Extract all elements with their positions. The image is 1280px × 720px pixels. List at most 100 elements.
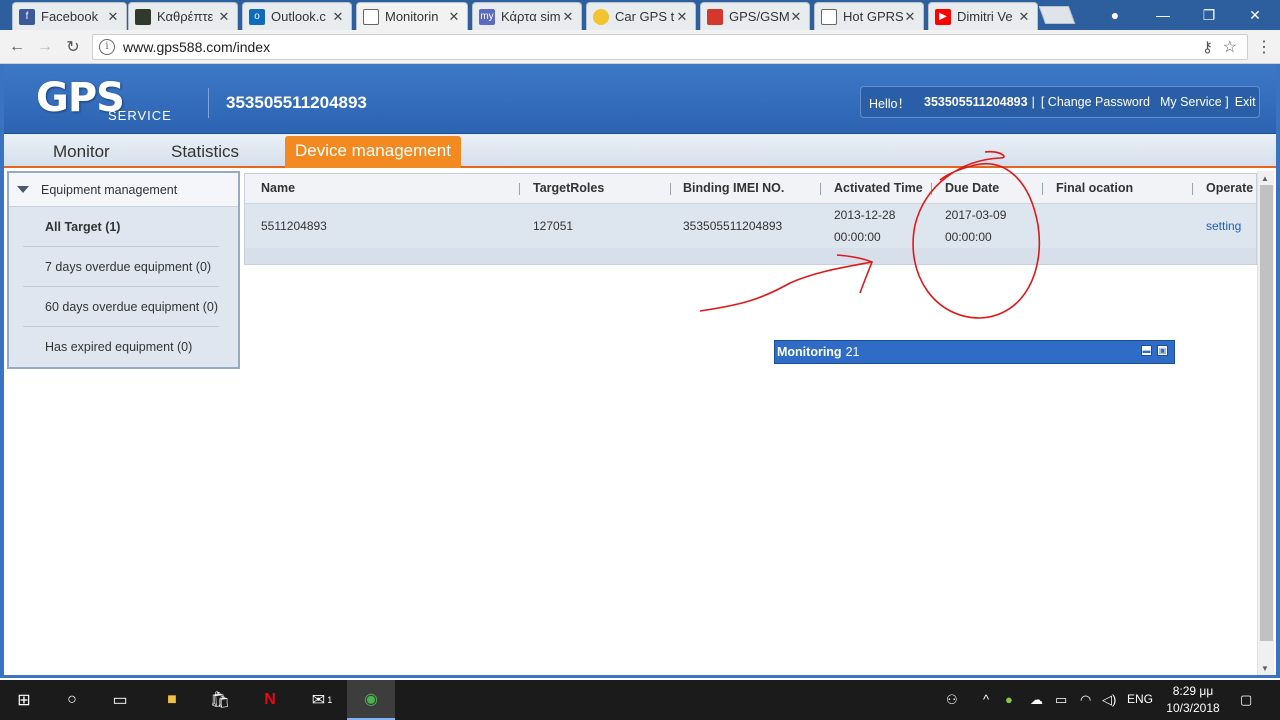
security-icon[interactable]: ●: [1005, 692, 1013, 707]
sidebar-item-all-target[interactable]: All Target (1): [23, 207, 219, 247]
column-header[interactable]: Activated Time: [834, 181, 926, 195]
column-header[interactable]: Binding IMEI NO.: [683, 181, 784, 195]
monitoring-popup[interactable]: Monitoring 21 ▬ ▣: [774, 340, 1175, 364]
sidebar-header[interactable]: Equipment management: [9, 173, 238, 207]
scroll-up-icon[interactable]: ▲: [1261, 174, 1269, 183]
browser-tab[interactable]: o Outlook.c ✕: [242, 2, 352, 30]
tray-expand-icon[interactable]: ^: [983, 692, 989, 707]
close-icon[interactable]: ✕: [1017, 9, 1031, 25]
logo-divider: [208, 88, 209, 118]
star-icon[interactable]: ☆: [1223, 37, 1237, 57]
people-icon[interactable]: ⚇: [946, 692, 958, 708]
chrome-icon[interactable]: ◉: [347, 680, 395, 720]
minimize-icon[interactable]: —: [1140, 0, 1186, 30]
browser-tab[interactable]: Car GPS t ✕: [586, 2, 696, 30]
browser-tab-active[interactable]: Monitorin ✕: [356, 2, 468, 30]
hello-text: Hello！: [869, 96, 910, 111]
close-icon[interactable]: ✕: [331, 9, 345, 25]
battery-icon[interactable]: ▭: [1055, 692, 1067, 708]
page-icon: [363, 8, 379, 25]
main-menu: Monitor Statistics Device management: [0, 134, 1280, 168]
menu-dots-icon[interactable]: ⋮: [1253, 36, 1275, 58]
column-header[interactable]: TargetRoles: [533, 181, 604, 195]
change-password-link[interactable]: [ Change Password: [1041, 95, 1150, 109]
forward-icon[interactable]: →: [34, 36, 56, 58]
my-service-link[interactable]: My Service ]: [1160, 95, 1229, 109]
my-icon: my: [479, 8, 495, 25]
windows-start-icon[interactable]: ⊞: [0, 680, 48, 720]
scroll-down-icon[interactable]: ▼: [1261, 664, 1269, 673]
youtube-icon: ▶: [935, 8, 951, 25]
menu-device-management[interactable]: Device management: [285, 136, 461, 168]
setting-link[interactable]: setting: [1206, 219, 1241, 233]
column-divider: [1042, 183, 1043, 195]
url-input[interactable]: i www.gps588.com/index ⚷ ☆: [92, 34, 1248, 60]
sidebar-item-60-days-overdue[interactable]: 60 days overdue equipment (0): [23, 287, 219, 327]
notification-icon[interactable]: ▢: [1240, 692, 1252, 708]
browser-tab[interactable]: ▶ Dimitri Ve ✕: [928, 2, 1038, 30]
netflix-icon[interactable]: N: [246, 680, 294, 720]
search-icon[interactable]: ○: [48, 680, 96, 720]
task-view-icon[interactable]: ▭: [96, 680, 144, 720]
store-icon[interactable]: 🛍: [196, 680, 244, 720]
close-icon[interactable]: ✕: [106, 9, 120, 25]
close-icon[interactable]: ✕: [561, 9, 575, 25]
close-icon[interactable]: ✕: [675, 9, 689, 25]
tab-label: Facebook: [41, 9, 99, 24]
new-tab-button[interactable]: [1038, 6, 1076, 24]
browser-tab[interactable]: Καθρέπτε ✕: [128, 2, 238, 30]
clock-time: 8:29 μμ: [1172, 684, 1214, 698]
cell-due-time: 00:00:00: [945, 230, 992, 244]
monitoring-count: 21: [845, 345, 860, 359]
mail-icon[interactable]: ✉ 1: [298, 680, 346, 720]
reload-icon[interactable]: ↻: [62, 36, 84, 58]
tab-label: Hot GPRS: [843, 9, 903, 24]
exit-link[interactable]: Exit: [1235, 95, 1256, 109]
minimize-icon[interactable]: ▬: [1141, 345, 1152, 356]
clock-date: 10/3/2018: [1166, 701, 1220, 715]
file-explorer-icon[interactable]: ■: [148, 680, 196, 720]
close-icon[interactable]: ✕: [903, 9, 917, 25]
language-indicator[interactable]: ENG: [1127, 692, 1153, 706]
clock[interactable]: 8:29 μμ 10/3/2018: [1158, 683, 1228, 717]
menu-statistics[interactable]: Statistics: [171, 142, 239, 162]
browser-tab[interactable]: Hot GPRS ✕: [814, 2, 924, 30]
info-icon[interactable]: i: [99, 39, 115, 55]
restore-icon[interactable]: ❐: [1186, 0, 1232, 30]
browser-tab[interactable]: GPS/GSM ✕: [700, 2, 810, 30]
close-icon[interactable]: ✕: [217, 9, 231, 25]
separator: |: [1031, 95, 1035, 109]
close-icon[interactable]: ✕: [447, 9, 461, 25]
column-header[interactable]: Name: [261, 181, 295, 195]
cloud-icon[interactable]: ☁: [1030, 692, 1043, 708]
outlook-icon: o: [249, 8, 265, 25]
cell-target-roles: 127051: [533, 219, 574, 233]
column-divider: [1192, 183, 1193, 195]
cell-activated-time: 00:00:00: [834, 230, 881, 244]
cell-activated-date: 2013-12-28: [834, 208, 896, 222]
cell-name: 5511204893: [261, 219, 327, 233]
column-header[interactable]: Operate: [1206, 181, 1256, 195]
column-header[interactable]: Final ocation: [1056, 181, 1133, 195]
profile-icon[interactable]: ●: [1092, 0, 1138, 30]
equipment-sidebar: Equipment management All Target (1) 7 da…: [7, 171, 240, 369]
close-window-icon[interactable]: ✕: [1232, 0, 1278, 30]
maximize-icon[interactable]: ▣: [1157, 345, 1168, 356]
device-title: 353505511204893: [226, 93, 367, 112]
column-header[interactable]: Due Date: [945, 181, 999, 195]
close-icon[interactable]: ✕: [789, 9, 803, 25]
browser-tab[interactable]: my Κάρτα sim ✕: [472, 2, 582, 30]
volume-icon[interactable]: ◁): [1102, 692, 1116, 708]
table-row[interactable]: 5511204893 127051 353505511204893 2013-1…: [245, 204, 1256, 248]
collapse-triangle-icon: [17, 186, 29, 193]
vertical-scrollbar[interactable]: ▲ ▼: [1257, 171, 1274, 676]
menu-monitor[interactable]: Monitor: [53, 142, 110, 162]
sidebar-item-expired[interactable]: Has expired equipment (0): [23, 327, 219, 367]
sidebar-item-7-days-overdue[interactable]: 7 days overdue equipment (0): [23, 247, 219, 287]
wifi-icon[interactable]: ◠: [1080, 692, 1091, 708]
key-icon[interactable]: ⚷: [1202, 38, 1213, 56]
column-divider: [931, 183, 932, 195]
browser-tab[interactable]: f Facebook ✕: [12, 2, 127, 30]
scrollbar-thumb[interactable]: [1260, 185, 1273, 641]
back-icon[interactable]: ←: [6, 36, 28, 58]
